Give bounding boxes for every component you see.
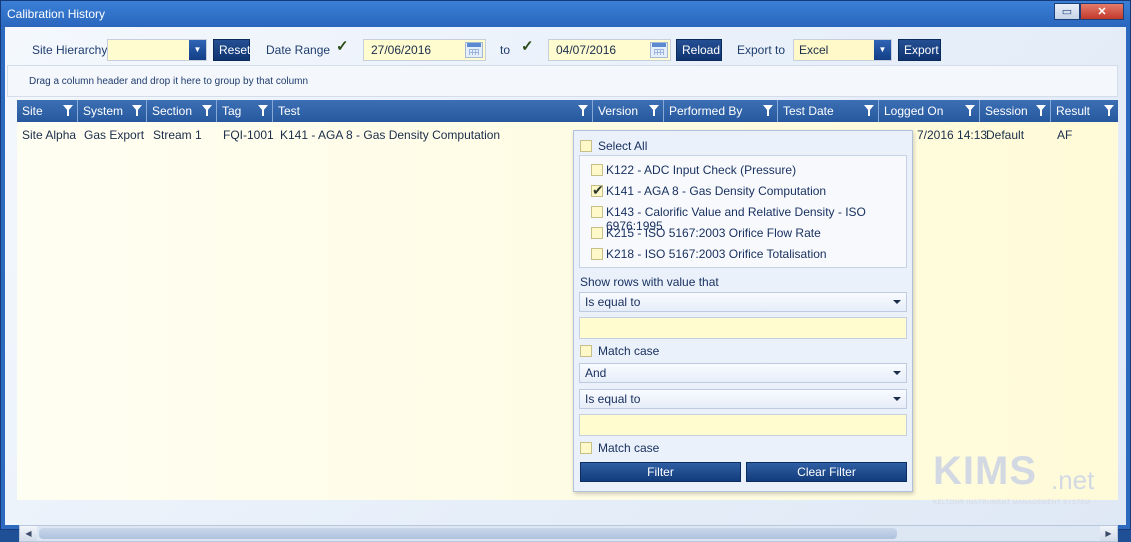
filter-icon[interactable] — [258, 105, 268, 116]
export-button[interactable]: Export — [898, 39, 941, 61]
column-header-version[interactable]: Version — [593, 100, 664, 122]
match-case-label-1: Match case — [598, 344, 660, 358]
logo-brand: KIMS — [933, 449, 1037, 493]
calibration-grid: Site System Section Tag Test Version Per… — [17, 100, 1118, 500]
filter-item-checkbox[interactable] — [591, 206, 603, 218]
to-label: to — [500, 43, 511, 57]
filter-icon[interactable] — [578, 105, 588, 116]
maximize-button[interactable]: ▭ — [1054, 3, 1080, 20]
reset-button[interactable]: Reset — [213, 39, 250, 61]
filter-item-checkbox[interactable] — [591, 227, 603, 239]
group-by-hint: Drag a column header and drop it here to… — [29, 76, 309, 87]
chevron-down-icon — [893, 397, 901, 401]
clear-filter-button[interactable]: Clear Filter — [746, 462, 907, 482]
operator-select-2[interactable]: Is equal to — [579, 389, 907, 409]
table-row[interactable]: Site Alpha Gas Export Stream 1 FQI-1001 … — [17, 124, 1118, 146]
column-header-test[interactable]: Test — [273, 100, 593, 122]
logo-tagline: KELTON® INSTRUMENT MANAGEMENT SYSTEM — [933, 500, 1091, 506]
date-from-value: 27/06/2016 — [371, 43, 432, 57]
cell-section: Stream 1 — [153, 128, 202, 142]
site-hierarchy-label: Site Hierarchy — [32, 43, 108, 57]
window-controls: ▭ ✕ — [1054, 3, 1124, 20]
column-header-performed-by[interactable]: Performed By — [664, 100, 778, 122]
calendar-icon[interactable] — [650, 42, 668, 58]
column-header-test-date[interactable]: Test Date — [778, 100, 879, 122]
logo-suffix: .net — [1051, 465, 1095, 495]
filter-item-label: K122 - ADC Input Check (Pressure) — [606, 163, 797, 177]
grid-header: Site System Section Tag Test Version Per… — [17, 100, 1118, 122]
scroll-right-icon[interactable]: ▶ — [1100, 526, 1117, 541]
client-area: Site Hierarchy ▼ Reset Date Range ✓ 27/0… — [5, 27, 1126, 542]
close-button[interactable]: ✕ — [1080, 3, 1124, 20]
reload-button[interactable]: Reload — [676, 39, 722, 61]
grid-body: Site Alpha Gas Export Stream 1 FQI-1001 … — [17, 122, 1118, 500]
export-format-combo[interactable]: Excel ▼ — [793, 39, 892, 61]
column-header-session[interactable]: Session — [980, 100, 1051, 122]
date-from-checkbox[interactable]: ✓ — [336, 39, 350, 54]
filter-icon[interactable] — [864, 105, 874, 116]
date-from-picker[interactable]: 27/06/2016 — [363, 39, 486, 61]
operator-select-1[interactable]: Is equal to — [579, 292, 907, 312]
cell-result: AF — [1057, 128, 1073, 142]
chevron-down-icon[interactable]: ▼ — [189, 40, 206, 60]
cell-tag: FQI-1001 — [223, 128, 274, 142]
match-case-checkbox-2[interactable] — [580, 442, 592, 454]
column-header-result[interactable]: Result — [1051, 100, 1118, 122]
column-header-logged-on[interactable]: Logged On — [879, 100, 980, 122]
filter-icon[interactable] — [132, 105, 142, 116]
horizontal-scrollbar[interactable]: ◀ ▶ — [19, 525, 1118, 542]
site-hierarchy-combo[interactable]: ▼ — [107, 39, 207, 61]
window-title: Calibration History — [7, 7, 106, 21]
cell-test: K141 - AGA 8 - Gas Density Computation — [280, 128, 501, 142]
filter-value-input-1[interactable] — [579, 317, 907, 339]
match-case-checkbox-1[interactable] — [580, 345, 592, 357]
filter-icon[interactable] — [965, 105, 975, 116]
column-header-tag[interactable]: Tag — [217, 100, 273, 122]
filter-icon[interactable] — [649, 105, 659, 116]
cell-system: Gas Export — [84, 128, 145, 142]
filter-item-label: K141 - AGA 8 - Gas Density Computation — [606, 184, 827, 198]
kims-logo: KIMS .net KELTON® INSTRUMENT MANAGEMENT … — [933, 449, 1103, 519]
cell-logged-on: 7/2016 14:13 — [917, 128, 988, 142]
toolbar: Site Hierarchy ▼ Reset Date Range ✓ 27/0… — [5, 27, 1126, 65]
export-format-value: Excel — [799, 43, 829, 57]
export-to-label: Export to — [737, 43, 786, 57]
column-header-site[interactable]: Site — [17, 100, 78, 122]
filter-values-list: K122 - ADC Input Check (Pressure) K141 -… — [579, 155, 907, 268]
column-header-section[interactable]: Section — [147, 100, 217, 122]
chevron-down-icon — [893, 371, 901, 375]
filter-icon[interactable] — [202, 105, 212, 116]
logic-select[interactable]: And — [579, 363, 907, 383]
calibration-history-window: Calibration History ▭ ✕ Site Hierarchy ▼… — [0, 0, 1131, 542]
filter-value-input-2[interactable] — [579, 414, 907, 436]
filter-item-label: K218 - ISO 5167:2003 Orifice Totalisatio… — [606, 247, 827, 261]
chevron-down-icon[interactable]: ▼ — [874, 40, 891, 60]
filter-item-checkbox[interactable] — [591, 164, 603, 176]
date-to-picker[interactable]: 04/07/2016 — [548, 39, 671, 61]
filter-item-checkbox[interactable] — [591, 248, 603, 260]
date-to-value: 04/07/2016 — [556, 43, 617, 57]
filter-icon[interactable] — [763, 105, 773, 116]
filter-icon[interactable] — [63, 105, 73, 116]
match-case-label-2: Match case — [598, 441, 660, 455]
show-rows-label: Show rows with value that — [580, 275, 719, 289]
calendar-icon[interactable] — [465, 42, 483, 58]
chevron-down-icon — [893, 300, 901, 304]
test-filter-popup: Select All K122 - ADC Input Check (Press… — [573, 130, 913, 492]
filter-icon[interactable] — [1104, 105, 1114, 116]
filter-item-checkbox[interactable] — [591, 182, 604, 199]
select-all-checkbox[interactable] — [580, 140, 592, 152]
title-bar: Calibration History ▭ ✕ — [1, 1, 1130, 27]
date-range-label: Date Range — [266, 43, 331, 57]
filter-item-label: K215 - ISO 5167:2003 Orifice Flow Rate — [606, 226, 821, 240]
cell-session: Default — [986, 128, 1025, 142]
date-to-checkbox[interactable]: ✓ — [521, 39, 535, 54]
group-by-panel[interactable]: Drag a column header and drop it here to… — [7, 65, 1118, 97]
filter-icon[interactable] — [1036, 105, 1046, 116]
scroll-left-icon[interactable]: ◀ — [20, 526, 37, 541]
filter-button[interactable]: Filter — [580, 462, 741, 482]
column-header-system[interactable]: System — [78, 100, 147, 122]
select-all-label: Select All — [598, 139, 648, 153]
cell-site: Site Alpha — [22, 128, 77, 142]
